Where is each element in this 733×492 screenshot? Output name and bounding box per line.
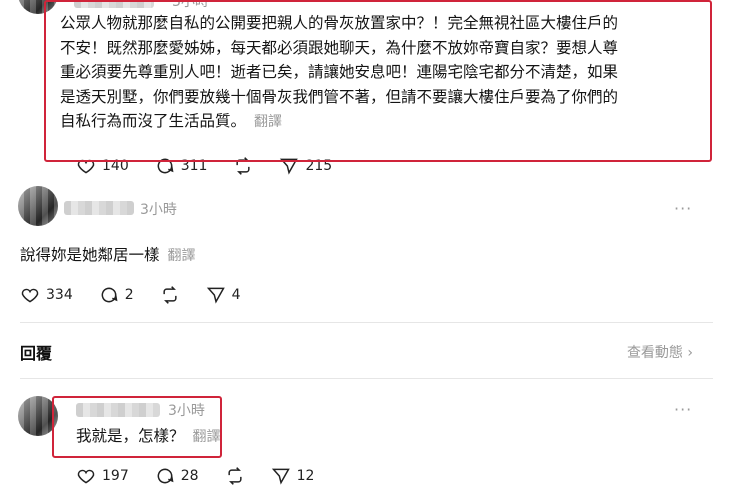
repost-button[interactable] bbox=[225, 466, 245, 486]
share-button[interactable]: 4 bbox=[206, 285, 241, 305]
view-activity-link[interactable]: 查看動態 › bbox=[627, 342, 693, 362]
comment-count: 2 bbox=[124, 287, 134, 303]
translate-link[interactable]: 翻譯 bbox=[168, 248, 196, 264]
repost-button[interactable] bbox=[160, 285, 180, 305]
username-blurred[interactable] bbox=[64, 201, 134, 215]
comment-icon bbox=[157, 468, 174, 484]
repost-icon bbox=[227, 467, 242, 485]
post-time: 3小時 bbox=[140, 202, 177, 218]
share-count: 4 bbox=[231, 287, 241, 303]
comment-count: 28 bbox=[180, 468, 199, 484]
more-options-icon[interactable]: ··· bbox=[674, 199, 692, 218]
send-icon bbox=[271, 468, 290, 485]
like-count: 334 bbox=[46, 287, 73, 303]
divider bbox=[20, 322, 713, 323]
share-count: 12 bbox=[296, 468, 315, 484]
comment-icon bbox=[101, 287, 118, 303]
highlight-box bbox=[52, 396, 222, 458]
post-body: 說得妳是她鄰居一樣 翻譯 bbox=[20, 243, 196, 269]
heart-icon bbox=[21, 288, 39, 303]
highlight-box bbox=[44, 0, 712, 162]
comment-button[interactable]: 28 bbox=[155, 466, 199, 486]
post-actions: 197 28 12 bbox=[76, 466, 314, 486]
post-body-line: 說得妳是她鄰居一樣 bbox=[20, 246, 160, 264]
heart-icon bbox=[77, 469, 95, 484]
like-button[interactable]: 197 bbox=[76, 466, 129, 486]
share-button[interactable]: 12 bbox=[271, 466, 315, 486]
avatar[interactable] bbox=[18, 186, 58, 226]
comment-button[interactable]: 2 bbox=[99, 285, 134, 305]
more-options-icon[interactable]: ··· bbox=[674, 400, 692, 419]
divider bbox=[20, 378, 713, 379]
send-icon bbox=[206, 287, 225, 304]
post-actions: 334 2 4 bbox=[20, 285, 241, 305]
repost-icon bbox=[163, 286, 177, 304]
like-button[interactable]: 334 bbox=[20, 285, 73, 305]
replies-heading: 回覆 bbox=[20, 344, 53, 363]
like-count: 197 bbox=[102, 468, 129, 484]
